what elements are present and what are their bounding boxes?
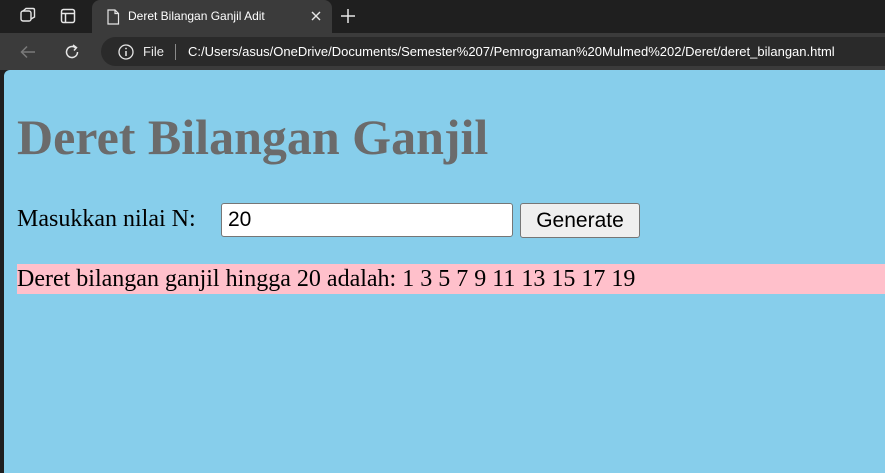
tab-title: Deret Bilangan Ganjil Adit (128, 9, 265, 23)
generate-button[interactable]: Generate (520, 203, 640, 238)
file-icon (102, 6, 124, 28)
back-icon[interactable] (16, 40, 40, 64)
info-icon[interactable] (117, 43, 135, 61)
url-divider (175, 44, 176, 60)
tab-actions-icon[interactable] (57, 5, 79, 27)
browser-tab-bar: Deret Bilangan Ganjil Adit (0, 0, 885, 33)
refresh-icon[interactable] (60, 40, 84, 64)
url-scheme-label: File (143, 44, 164, 59)
result-output: Deret bilangan ganjil hingga 20 adalah: … (17, 264, 885, 294)
browser-tab[interactable]: Deret Bilangan Ganjil Adit (92, 0, 332, 33)
workspaces-icon[interactable] (16, 5, 38, 27)
url-box[interactable]: File C:/Users/asus/OneDrive/Documents/Se… (101, 37, 885, 66)
address-bar: File C:/Users/asus/OneDrive/Documents/Se… (0, 33, 885, 70)
close-icon[interactable] (306, 6, 326, 26)
n-input-label: Masukkan nilai N: (17, 206, 196, 232)
url-text[interactable]: C:/Users/asus/OneDrive/Documents/Semeste… (188, 44, 835, 59)
page-viewport: Deret Bilangan Ganjil Masukkan nilai N: … (4, 70, 885, 473)
n-input[interactable] (221, 203, 513, 237)
new-tab-icon[interactable] (337, 5, 359, 27)
page-title: Deret Bilangan Ganjil (17, 109, 489, 165)
